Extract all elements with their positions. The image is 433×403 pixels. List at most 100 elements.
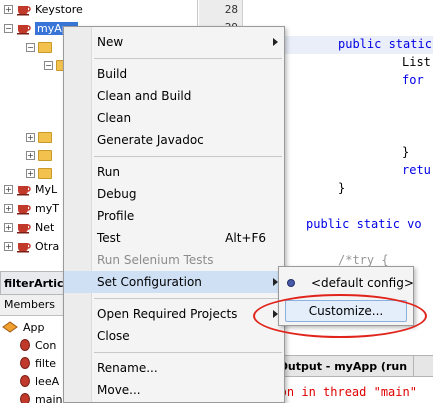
code-line: public static	[338, 37, 432, 51]
tree-item-label: Otra	[35, 239, 60, 253]
menu-item-clean[interactable]: Clean	[64, 107, 284, 129]
expand-icon[interactable]: +	[26, 168, 35, 178]
code-line: retu	[402, 163, 431, 177]
menu-item-label: Rename...	[97, 361, 158, 375]
menu-item-label: Build	[97, 67, 128, 81]
folder-icon	[38, 41, 52, 53]
code-line: List	[402, 55, 431, 69]
menu-item-label: Move...	[97, 383, 141, 397]
folder-icon	[38, 131, 52, 143]
menu-item-rename[interactable]: Rename...	[64, 357, 284, 379]
tree-item-label: myT	[35, 201, 59, 215]
expand-icon[interactable]: +	[4, 4, 13, 14]
set-configuration-submenu: <default config> Customize...	[278, 266, 414, 326]
project-context-menu: New Build Clean and Build Clean Generate…	[63, 26, 285, 403]
expand-icon[interactable]: +	[4, 203, 13, 213]
menu-item-label: Set Configuration	[97, 275, 202, 289]
menu-item-build[interactable]: Build	[64, 63, 284, 85]
menu-shortcut: Alt+F6	[225, 231, 266, 245]
menu-item-profile[interactable]: Profile	[64, 205, 284, 227]
menu-separator	[94, 352, 282, 353]
java-cup-icon	[17, 205, 31, 215]
menu-item-generate-javadoc[interactable]: Generate Javadoc	[64, 129, 284, 151]
menu-item-label: Run	[97, 165, 121, 179]
code-line: /*try {	[338, 253, 389, 267]
customize-button[interactable]: Customize...	[285, 300, 407, 322]
member-method[interactable]: filte	[20, 354, 56, 372]
menu-item-run-selenium-tests: Run Selenium Tests	[64, 249, 284, 271]
config-label: <default config>	[311, 276, 414, 290]
method-icon	[20, 357, 30, 369]
tree-item-keystore[interactable]: + Keystore	[4, 0, 83, 18]
menu-item-label: Clean	[97, 111, 132, 125]
java-cup-icon	[17, 186, 31, 196]
collapse-icon[interactable]: −	[26, 42, 35, 52]
config-default-option[interactable]: <default config>	[279, 270, 414, 296]
menu-item-label: Clean and Build	[97, 89, 192, 103]
menu-item-move[interactable]: Move...	[64, 379, 284, 401]
line-number: 28	[224, 3, 238, 16]
member-label: Con	[35, 338, 57, 352]
member-class[interactable]: App	[2, 318, 45, 336]
code-line: for	[402, 73, 424, 87]
java-cup-icon	[17, 25, 31, 35]
tree-folder[interactable]: −	[26, 38, 55, 56]
menu-separator	[94, 58, 282, 59]
java-cup-icon	[17, 243, 31, 253]
menu-separator	[94, 298, 282, 299]
menu-item-close[interactable]: Close	[64, 325, 284, 347]
member-label: leeA	[35, 374, 60, 388]
menu-item-run[interactable]: Run	[64, 161, 284, 183]
menu-item-label: Open Required Projects	[97, 307, 238, 321]
member-method[interactable]: Con	[20, 336, 56, 354]
tree-item-project[interactable]: + Otra	[4, 237, 59, 255]
member-label: filte	[35, 356, 57, 370]
tree-item-label: Keystore	[35, 2, 83, 16]
tree-item-label: MyL	[35, 182, 58, 196]
menu-item-label: Debug	[97, 187, 137, 201]
collapse-icon[interactable]: −	[4, 23, 13, 33]
member-method[interactable]: leeA	[20, 372, 59, 390]
class-icon	[2, 321, 18, 333]
folder-icon	[38, 167, 52, 179]
menu-item-set-configuration[interactable]: Set Configuration	[64, 271, 284, 293]
menu-item-open-required-projects[interactable]: Open Required Projects	[64, 303, 284, 325]
code-line: }	[402, 145, 410, 159]
menu-item-clean-and-build[interactable]: Clean and Build	[64, 85, 284, 107]
tree-item-project[interactable]: + MyL	[4, 180, 57, 198]
menu-item-label: Profile	[97, 209, 135, 223]
menu-item-debug[interactable]: Debug	[64, 183, 284, 205]
menu-item-test[interactable]: Test Alt+F6	[64, 227, 284, 249]
expand-icon[interactable]: +	[26, 132, 35, 142]
member-method[interactable]: main	[20, 390, 62, 403]
expand-icon[interactable]: +	[4, 184, 13, 194]
tree-item-project[interactable]: + myT	[4, 199, 59, 217]
menu-item-label: Test	[97, 231, 121, 245]
menu-item-new[interactable]: New	[64, 31, 284, 53]
menu-item-label: Generate Javadoc	[97, 133, 204, 147]
tree-item-project[interactable]: + Net	[4, 218, 54, 236]
folder-icon	[38, 149, 52, 161]
expand-icon[interactable]: +	[26, 150, 35, 160]
tree-folder[interactable]: +	[26, 128, 55, 146]
method-icon	[20, 393, 30, 403]
submenu-arrow-icon	[273, 38, 278, 46]
member-label: main	[35, 392, 63, 403]
java-cup-icon	[17, 224, 31, 234]
menu-item-label: Run Selenium Tests	[97, 253, 214, 267]
tree-item-label: Net	[35, 220, 55, 234]
member-label: App	[23, 320, 45, 334]
menu-separator	[94, 156, 282, 157]
tree-folder[interactable]: +	[26, 146, 55, 164]
radio-selected-icon	[287, 279, 295, 287]
method-icon	[20, 375, 30, 387]
code-line: }	[338, 181, 346, 195]
expand-icon[interactable]: +	[4, 241, 13, 251]
expand-icon[interactable]: +	[4, 222, 13, 232]
menu-item-label: Close	[97, 329, 130, 343]
menu-item-label: New	[97, 35, 124, 49]
method-icon	[20, 339, 30, 351]
tab-output-myapp[interactable]: Output - myApp (run	[273, 356, 415, 376]
collapse-icon[interactable]: −	[44, 60, 53, 70]
code-line: public static vo	[306, 217, 422, 231]
